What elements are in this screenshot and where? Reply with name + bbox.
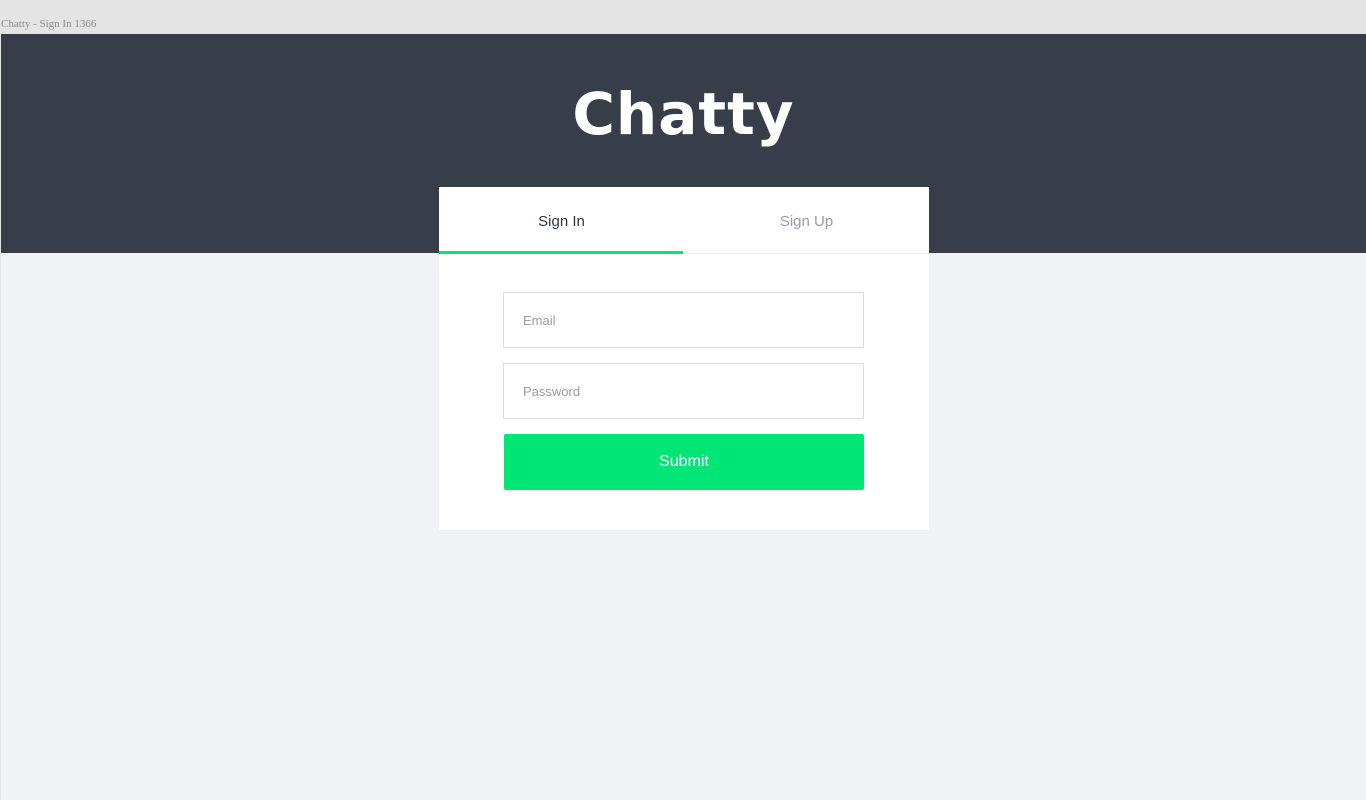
submit-button[interactable]: Submit (504, 434, 864, 490)
tab-sign-up[interactable]: Sign Up (684, 187, 929, 253)
active-tab-indicator (439, 251, 683, 254)
auth-card: Sign In Sign Up Submit (439, 187, 929, 530)
page: Chatty Sign In Sign Up Submit (1, 34, 1366, 800)
artboard-label: Chatty - Sign In 1366 (1, 18, 97, 30)
password-input[interactable] (504, 364, 863, 418)
password-field (503, 363, 864, 419)
tab-sign-in[interactable]: Sign In (439, 187, 684, 253)
app-logo-title: Chatty (572, 80, 795, 148)
email-field (503, 292, 864, 348)
auth-tabs: Sign In Sign Up (439, 187, 929, 254)
email-input[interactable] (504, 293, 863, 347)
